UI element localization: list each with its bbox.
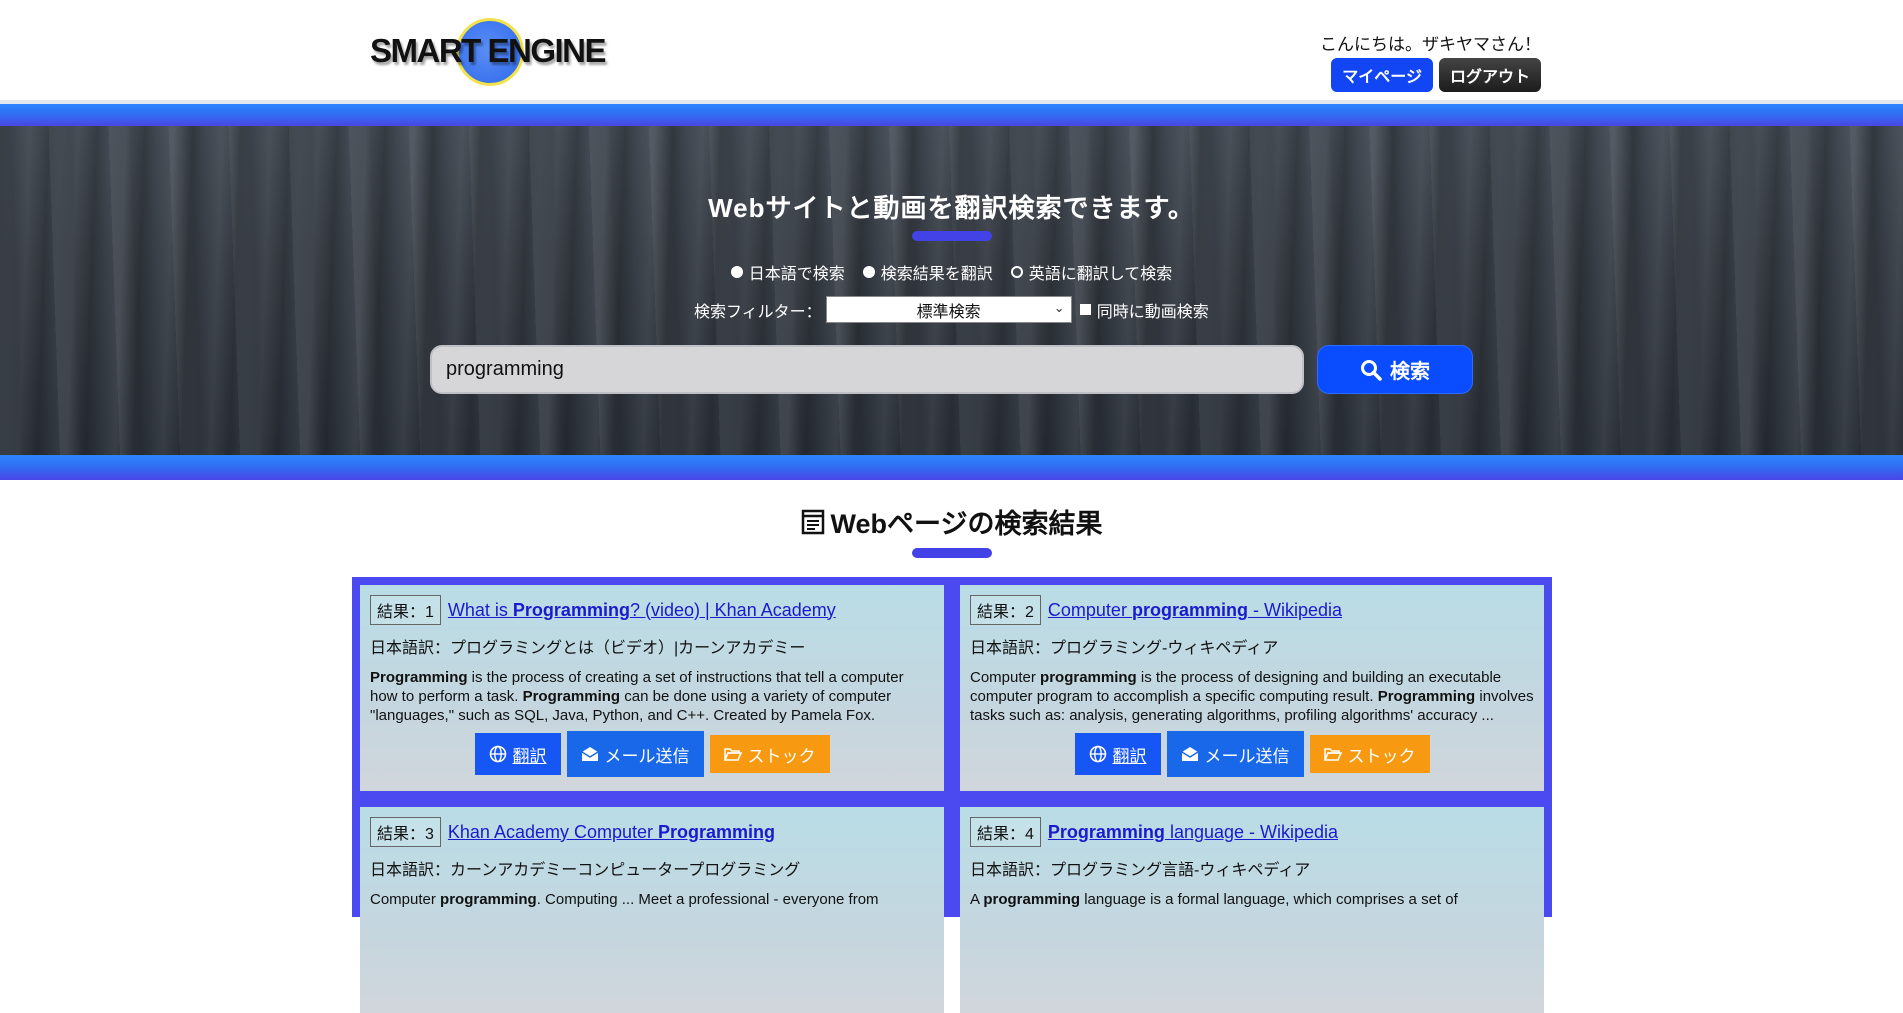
result-description: Computer programming is the process of d… [970, 669, 1534, 724]
result-description: Programming is the process of creating a… [370, 669, 904, 724]
user-greeting: こんにちは。ザキヤマさん！ [1320, 35, 1541, 54]
header-buttons: マイページ ログアウト [1331, 58, 1541, 92]
result-title-link[interactable]: Computer programming - Wikipedia [1048, 600, 1342, 621]
mypage-button[interactable]: マイページ [1331, 58, 1433, 92]
result-japanese-translation: 日本語訳：カーンアカデミーコンピュータープログラミング [370, 862, 801, 879]
radio-japanese-search[interactable]: 日本語で検索 [730, 260, 845, 284]
result-description: A programming language is a formal langu… [970, 891, 1458, 908]
result-title-link[interactable]: Khan Academy Computer Programming [448, 822, 775, 843]
radio-dot-icon [730, 266, 743, 278]
title-bold: Programming [658, 821, 776, 842]
result-card-header: 結果：3 Khan Academy Computer Programming [370, 817, 934, 847]
radio-label: 日本語で検索 [748, 266, 845, 283]
results-section-title: Webページの検索結果 [0, 502, 1903, 541]
chevron-down-icon: ⌄ [1053, 300, 1065, 315]
result-title-link[interactable]: What is Programming? (video) | Khan Acad… [448, 600, 836, 621]
mail-label: メール送信 [604, 746, 690, 766]
stock-label: ストック [747, 746, 816, 766]
search-button[interactable]: 検索 [1317, 345, 1473, 394]
search-input-value: programming [446, 358, 564, 380]
result-card: 結果：4 Programming language - Wikipedia 日本… [960, 807, 1544, 1013]
envelope-open-icon [1181, 747, 1198, 761]
hero-bottom-bar [0, 455, 1903, 480]
results-title-underline [912, 548, 992, 558]
filter-select[interactable]: 標準検索 ⌄ [825, 296, 1072, 323]
send-mail-button[interactable]: メール送信 [1166, 731, 1304, 777]
translate-button[interactable]: 翻訳 [1074, 733, 1161, 775]
radio-dot-icon [862, 266, 875, 278]
radio-label: 英語に翻訳して検索 [1028, 266, 1173, 283]
translate-label: 翻訳 [512, 746, 547, 766]
result-japanese-translation: 日本語訳：プログラミング言語-ウィキペディア [970, 862, 1311, 879]
result-number: 結果：3 [370, 817, 441, 847]
result-japanese-translation: 日本語訳：プログラミング-ウィキペディア [970, 640, 1279, 657]
radio-dot-empty-icon [1010, 266, 1023, 278]
result-description: Computer programming. Computing ... Meet… [370, 891, 879, 908]
stock-label: ストック [1347, 746, 1416, 766]
stock-button[interactable]: ストック [709, 735, 830, 773]
title-post: ? (video) | Khan Academy [629, 599, 836, 620]
video-search-checkbox[interactable] [1079, 304, 1091, 315]
result-number: 結果：2 [970, 595, 1041, 625]
filter-label: 検索フィルター： [694, 303, 822, 321]
globe-icon [1089, 745, 1106, 763]
webpage-icon [801, 509, 824, 534]
radio-english-search[interactable]: 英語に翻訳して検索 [1010, 260, 1173, 284]
result-card: 結果：1 What is Programming? (video) | Khan… [360, 585, 944, 791]
title-pre: What is [447, 599, 513, 620]
result-card-header: 結果：4 Programming language - Wikipedia [970, 817, 1534, 847]
search-hero: Webサイトと動画を翻訳検索できます。 日本語で検索 検索結果を翻訳 英語に翻訳… [0, 126, 1903, 455]
logout-button[interactable]: ログアウト [1438, 58, 1541, 92]
radio-label: 検索結果を翻訳 [880, 266, 993, 283]
search-mode-radios: 日本語で検索 検索結果を翻訳 英語に翻訳して検索 [0, 260, 1903, 284]
title-post: - Wikipedia [1247, 599, 1342, 620]
stock-button[interactable]: ストック [1309, 735, 1430, 773]
logo-text: SMART ENGINE [370, 32, 607, 69]
translate-label: 翻訳 [1112, 746, 1147, 766]
hero-title-underline [912, 231, 992, 241]
result-card: 結果：2 Computer programming - Wikipedia 日本… [960, 585, 1544, 791]
result-title-link[interactable]: Programming language - Wikipedia [1048, 822, 1338, 843]
folder-open-icon [723, 747, 742, 761]
translate-button[interactable]: 翻訳 [474, 733, 561, 775]
send-mail-button[interactable]: メール送信 [566, 731, 704, 777]
filter-row: 検索フィルター： 標準検索 ⌄ 同時に動画検索 [694, 296, 1209, 323]
filter-select-value: 標準検索 [916, 303, 981, 321]
video-search-label: 同時に動画検索 [1096, 303, 1209, 321]
title-bold: programming [1131, 599, 1248, 620]
results-grid: 結果：1 What is Programming? (video) | Khan… [360, 585, 1544, 1013]
envelope-open-icon [581, 747, 598, 761]
results-title-text: Webページの検索結果 [830, 509, 1103, 539]
result-number: 結果：4 [970, 817, 1041, 847]
result-card: 結果：3 Khan Academy Computer Programming 日… [360, 807, 944, 1013]
search-button-label: 検索 [1390, 361, 1430, 383]
folder-open-icon [1323, 747, 1342, 761]
site-header: SMART ENGINE こんにちは。ザキヤマさん！ マイページ ログアウト [0, 0, 1903, 100]
smart-engine-logo[interactable]: SMART ENGINE [370, 14, 610, 88]
title-bold: Programming [512, 599, 630, 620]
result-actions: 翻訳 メール送信 ストック [960, 731, 1544, 777]
hero-top-bar [0, 104, 1903, 126]
search-input[interactable]: programming [430, 345, 1304, 394]
radio-translate-results[interactable]: 検索結果を翻訳 [862, 260, 993, 284]
result-number: 結果：1 [370, 595, 441, 625]
title-post: language - Wikipedia [1164, 821, 1339, 842]
globe-icon [489, 745, 506, 763]
title-pre: Khan Academy Computer [447, 821, 659, 842]
results-container: 結果：1 What is Programming? (video) | Khan… [352, 577, 1552, 1013]
title-pre: Computer [1047, 599, 1132, 620]
hero-title: Webサイトと動画を翻訳検索できます。 [708, 193, 1195, 223]
search-icon [1361, 359, 1382, 381]
result-card-header: 結果：1 What is Programming? (video) | Khan… [370, 595, 934, 625]
result-card-header: 結果：2 Computer programming - Wikipedia [970, 595, 1534, 625]
mail-label: メール送信 [1204, 746, 1290, 766]
result-japanese-translation: 日本語訳：プログラミングとは（ビデオ）|カーンアカデミー [370, 640, 806, 657]
result-actions: 翻訳 メール送信 ストック [360, 731, 944, 777]
title-bold: Programming [1047, 821, 1165, 842]
